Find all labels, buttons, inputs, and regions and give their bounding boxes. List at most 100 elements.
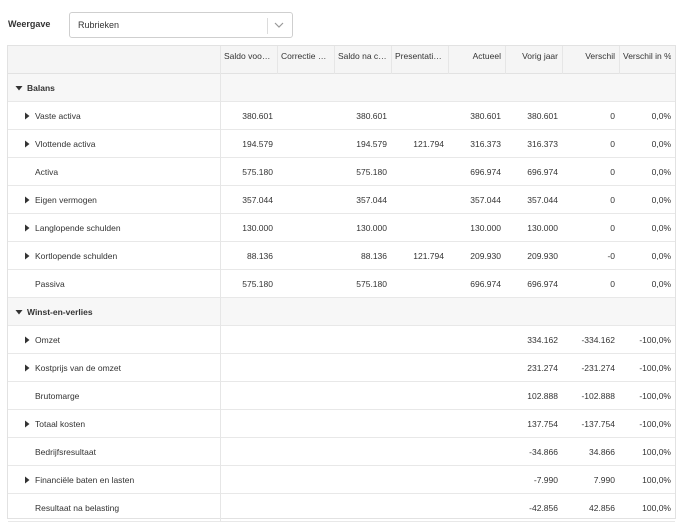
cell-value: [277, 382, 330, 410]
caret-right-icon[interactable]: [23, 102, 33, 130]
caret-right-icon[interactable]: [23, 410, 33, 438]
cell-value: [391, 74, 444, 102]
group-row[interactable]: Winst-en-verlies: [8, 298, 675, 326]
row-label: Kortlopende schulden: [35, 251, 118, 261]
cell-value: -231.274: [581, 363, 615, 373]
table-row[interactable]: Kostprijs van de omzet 231.274 -231.274 -10…: [8, 354, 675, 382]
cell-value: 575.180: [242, 279, 273, 289]
cell-value: 357.044: [242, 195, 273, 205]
table-row[interactable]: Eigen vermogen 357.044 357.044 357.044 357.0…: [8, 186, 675, 214]
cell-value: [619, 298, 671, 326]
cell-value: [391, 158, 444, 186]
cell-value: [334, 326, 387, 354]
caret-right-icon[interactable]: [23, 354, 33, 382]
cell-value: 357.044: [470, 195, 501, 205]
cell-value: [334, 74, 387, 102]
row-label: Vaste activa: [35, 111, 81, 121]
cell-value: [220, 410, 273, 438]
table-row[interactable]: Omzet 334.162 -334.162 -100,0%: [8, 326, 675, 354]
cell-value: [505, 74, 558, 102]
cell-value: [391, 270, 444, 298]
column-divider: [562, 46, 563, 74]
cell-value: [277, 158, 330, 186]
caret-down-icon[interactable]: [15, 298, 25, 326]
table-row[interactable]: Activa 575.180 575.180 696.974 696.974 0 0,0%: [8, 158, 675, 186]
cell-value: [391, 102, 444, 130]
cell-value: 0: [610, 111, 615, 121]
column-header[interactable]: Correctie …: [281, 46, 330, 74]
cell-value: -100,0%: [639, 419, 671, 429]
cell-value: 696.974: [527, 167, 558, 177]
row-label: Vlottende activa: [35, 139, 96, 149]
column-header[interactable]: Vorig jaar: [509, 46, 558, 74]
table-row[interactable]: Passiva 575.180 575.180 696.974 696.974 0 0,0%: [8, 270, 675, 298]
cell-value: 357.044: [356, 195, 387, 205]
cell-value: 130.000: [527, 223, 558, 233]
cell-value: 0,0%: [651, 111, 671, 121]
column-header[interactable]: Saldo voor…: [224, 46, 273, 74]
cell-value: 575.180: [356, 279, 387, 289]
view-toolbar: Weergave Rubrieken: [8, 12, 308, 38]
column-divider: [619, 46, 620, 74]
row-label: Omzet: [35, 335, 61, 345]
cell-value: -7.990: [533, 475, 558, 485]
cell-value: -137.754: [581, 419, 615, 429]
column-header[interactable]: Saldo na c…: [338, 46, 387, 74]
column-header[interactable]: Verschil: [566, 46, 615, 74]
cell-value: [448, 354, 501, 382]
row-label: Financiële baten en lasten: [35, 475, 135, 485]
column-header[interactable]: Presentati…: [395, 46, 444, 74]
table-row[interactable]: Vaste activa 380.601 380.601 380.601 380.601…: [8, 102, 675, 130]
chevron-down-icon[interactable]: [272, 17, 286, 33]
caret-right-icon[interactable]: [23, 242, 33, 270]
table-row[interactable]: Bedrijfsresultaat -34.866 34.866 100,0%: [8, 438, 675, 466]
table-row[interactable]: Kortlopende schulden 88.136 88.136 121.794 2…: [8, 242, 675, 270]
cell-value: [448, 298, 501, 326]
view-select[interactable]: Rubrieken: [69, 12, 293, 38]
cell-value: [448, 382, 501, 410]
cell-value: [391, 354, 444, 382]
cell-value: 380.601: [356, 111, 387, 121]
report-table: Saldo voor… Correctie … Saldo na c… Present…: [7, 45, 676, 522]
table-row[interactable]: Totaal kosten 137.754 -137.754 -100,0%: [8, 410, 675, 438]
row-label: Passiva: [35, 279, 65, 289]
caret-down-icon[interactable]: [15, 74, 25, 102]
cell-value: [277, 102, 330, 130]
cell-value: [220, 438, 273, 466]
cell-value: 137.754: [527, 419, 558, 429]
row-label: Winst-en-verlies: [27, 307, 93, 317]
cell-value: 130.000: [242, 223, 273, 233]
cell-value: [277, 298, 330, 326]
cell-value: 130.000: [356, 223, 387, 233]
table-row[interactable]: Brutomarge 102.888 -102.888 -100,0%: [8, 382, 675, 410]
cell-value: [220, 494, 273, 522]
cell-value: 380.601: [527, 111, 558, 121]
cell-value: 380.601: [470, 111, 501, 121]
cell-value: [277, 74, 330, 102]
cell-value: [505, 298, 558, 326]
caret-right-icon[interactable]: [23, 130, 33, 158]
cell-value: [277, 410, 330, 438]
table-row[interactable]: Financiële baten en lasten -7.990 7.990 100…: [8, 466, 675, 494]
cell-value: 357.044: [527, 195, 558, 205]
caret-right-icon[interactable]: [23, 466, 33, 494]
column-header[interactable]: Actueel: [452, 46, 501, 74]
table-row[interactable]: Langlopende schulden 130.000 130.000 130.00…: [8, 214, 675, 242]
cell-value: -0: [607, 251, 615, 261]
table-row[interactable]: Vlottende activa 194.579 194.579 121.794 316…: [8, 130, 675, 158]
cell-value: 316.373: [470, 139, 501, 149]
caret-right-icon[interactable]: [23, 214, 33, 242]
group-row[interactable]: Balans: [8, 74, 675, 102]
cell-value: [334, 382, 387, 410]
cell-value: [334, 466, 387, 494]
cell-value: 231.274: [527, 363, 558, 373]
cell-value: 194.579: [356, 139, 387, 149]
column-header[interactable]: Verschil in %: [623, 46, 671, 74]
cell-value: 121.794: [413, 139, 444, 149]
caret-right-icon[interactable]: [23, 326, 33, 354]
cell-value: 102.888: [527, 391, 558, 401]
cell-value: 209.930: [470, 251, 501, 261]
column-divider: [220, 46, 221, 522]
table-row[interactable]: Resultaat na belasting -42.856 42.856 100,0…: [8, 494, 675, 522]
caret-right-icon[interactable]: [23, 186, 33, 214]
